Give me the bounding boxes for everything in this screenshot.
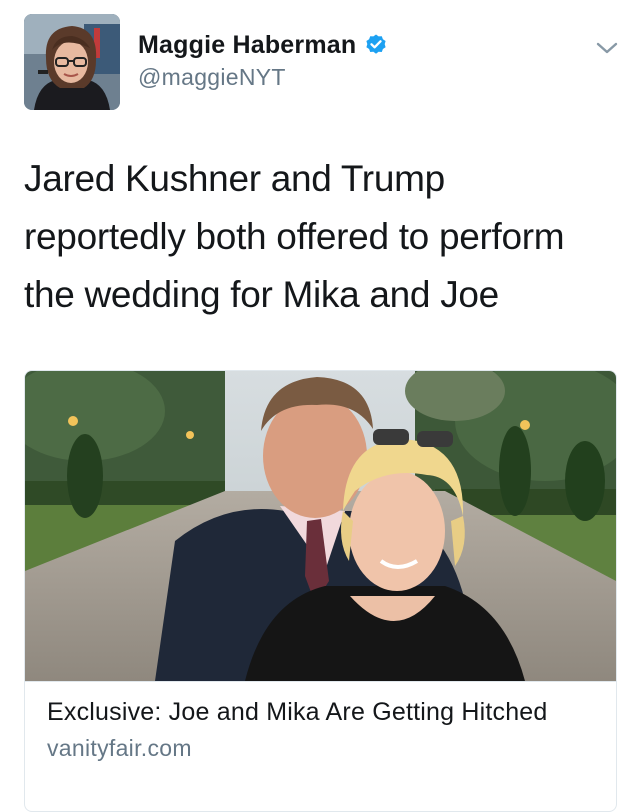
tweet: Maggie Haberman @maggieNYT Jared Kushner…: [0, 0, 640, 812]
card-title[interactable]: Exclusive: Joe and Mika Are Getting Hitc…: [47, 696, 594, 729]
card-body: Exclusive: Joe and Mika Are Getting Hitc…: [25, 681, 616, 763]
chevron-down-icon[interactable]: [594, 38, 620, 58]
display-name[interactable]: Maggie Haberman: [138, 31, 356, 60]
author-name-row: Maggie Haberman: [138, 28, 388, 62]
tweet-text: Jared Kushner and Trump reportedly both …: [24, 150, 624, 324]
author-handle[interactable]: @maggieNYT: [138, 64, 388, 91]
avatar[interactable]: [24, 14, 120, 110]
verified-badge-icon: [366, 34, 386, 54]
tweet-text-line: Jared Kushner and Trump: [24, 158, 445, 199]
link-card[interactable]: Exclusive: Joe and Mika Are Getting Hitc…: [24, 370, 617, 812]
tweet-text-line: reportedly both offered to perform: [24, 216, 565, 257]
card-photo: [25, 371, 616, 681]
avatar-photo: [24, 14, 120, 110]
card-domain: vanityfair.com: [47, 735, 192, 761]
card-image[interactable]: [25, 371, 616, 681]
author-block[interactable]: Maggie Haberman @maggieNYT: [138, 28, 388, 91]
tweet-text-line: the wedding for Mika and Joe: [24, 274, 499, 315]
